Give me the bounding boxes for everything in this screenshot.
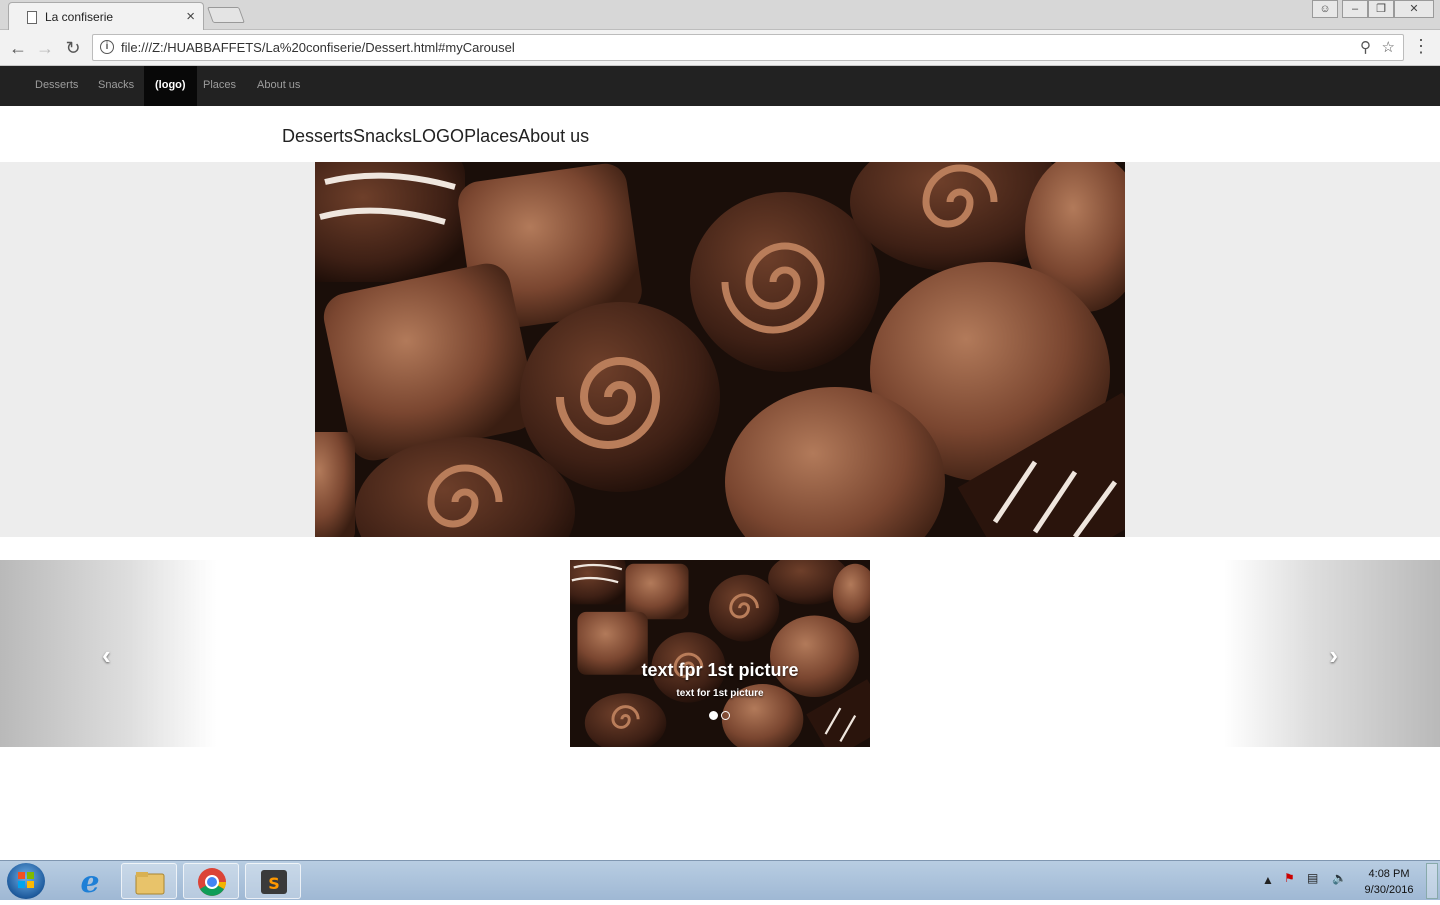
new-tab-button[interactable]	[207, 7, 245, 23]
back-icon[interactable]: ←	[6, 36, 30, 60]
carousel: ‹ text fpr 1st picture text for 1st pict…	[0, 560, 1440, 747]
zoom-icon[interactable]: ⚲	[1360, 38, 1371, 56]
network-icon[interactable]: ▤	[1307, 871, 1318, 885]
start-button[interactable]	[7, 863, 45, 899]
system-clock[interactable]: 4:08 PM 9/30/2016	[1356, 866, 1422, 898]
nav-logo[interactable]: (logo)	[144, 66, 197, 106]
taskbar: e S ▲ ⚑ ▤ 🔈 4:08 PM 9/30/2016	[0, 860, 1440, 900]
file-explorer-icon[interactable]	[121, 863, 177, 899]
reload-icon[interactable]: ↻	[61, 36, 85, 60]
sublime-text-icon[interactable]: S	[245, 863, 301, 899]
close-tab-icon[interactable]: ×	[186, 8, 195, 25]
tab-title: La confiserie	[45, 10, 114, 24]
action-center-icon[interactable]: ⚑	[1284, 871, 1295, 885]
info-icon[interactable]: i	[100, 40, 114, 54]
clock-time: 4:08 PM	[1368, 868, 1410, 880]
browser-tab[interactable]: La confiserie ×	[8, 2, 204, 31]
address-bar[interactable]: i file:///Z:/HUABBAFFETS/La%20confiserie…	[92, 34, 1404, 61]
nav-snacks[interactable]: Snacks	[98, 66, 134, 106]
link-about-us[interactable]: About us	[518, 126, 589, 146]
bookmark-star-icon[interactable]: ☆	[1382, 38, 1395, 56]
show-desktop-button[interactable]	[1426, 863, 1438, 899]
link-places[interactable]: Places	[464, 126, 518, 146]
carousel-caption-title: text fpr 1st picture	[641, 660, 799, 680]
chevron-right-icon: ›	[1329, 640, 1338, 670]
carousel-next-button[interactable]: ›	[1224, 560, 1440, 747]
chevron-left-icon: ‹	[102, 640, 111, 670]
svg-text:S: S	[268, 874, 280, 893]
volume-icon[interactable]: 🔈	[1332, 871, 1347, 885]
page-icon	[27, 11, 37, 24]
indicator-2[interactable]	[721, 711, 730, 720]
nav-places[interactable]: Places	[203, 66, 236, 106]
chrome-icon[interactable]	[183, 863, 239, 899]
browser-menu-icon[interactable]: ⋮	[1412, 36, 1430, 57]
nav-desserts[interactable]: Desserts	[35, 66, 78, 106]
profile-icon[interactable]: ☺	[1312, 0, 1338, 18]
svg-text:e: e	[80, 865, 99, 899]
link-logo[interactable]: LOGO	[412, 126, 464, 146]
nav-about-us[interactable]: About us	[257, 66, 300, 106]
restore-button[interactable]: ❐	[1368, 0, 1394, 18]
windows-logo-icon	[18, 872, 34, 888]
address-url[interactable]: file:///Z:/HUABBAFFETS/La%20confiserie/D…	[121, 40, 515, 55]
chocolates-illustration	[315, 162, 1125, 537]
carousel-slide: text fpr 1st picture text for 1st pictur…	[570, 560, 870, 747]
clock-date: 9/30/2016	[1364, 884, 1414, 896]
carousel-prev-button[interactable]: ‹	[0, 560, 216, 747]
browser-tabstrip: La confiserie × ☺ – ❐ ✕	[0, 0, 1440, 31]
carousel-indicators	[709, 711, 733, 721]
minimize-button[interactable]: –	[1342, 0, 1368, 18]
internet-explorer-icon[interactable]: e	[62, 863, 118, 900]
link-desserts[interactable]: Desserts	[282, 126, 353, 146]
forward-icon[interactable]: →	[33, 36, 57, 60]
close-window-button[interactable]: ✕	[1394, 0, 1434, 18]
chocolate-hero-image	[315, 162, 1125, 537]
browser-toolbar: ← → ↻ i file:///Z:/HUABBAFFETS/La%20conf…	[0, 30, 1440, 66]
indicator-1[interactable]	[709, 711, 718, 720]
tray-expand-icon[interactable]: ▲	[1262, 873, 1274, 887]
carousel-caption-text: text for 1st picture	[676, 688, 764, 699]
site-navbar: Desserts Snacks (logo) Places About us	[0, 66, 1440, 106]
link-snacks[interactable]: Snacks	[353, 126, 412, 146]
plain-link-row: DessertsSnacksLOGOPlacesAbout us	[282, 126, 589, 147]
